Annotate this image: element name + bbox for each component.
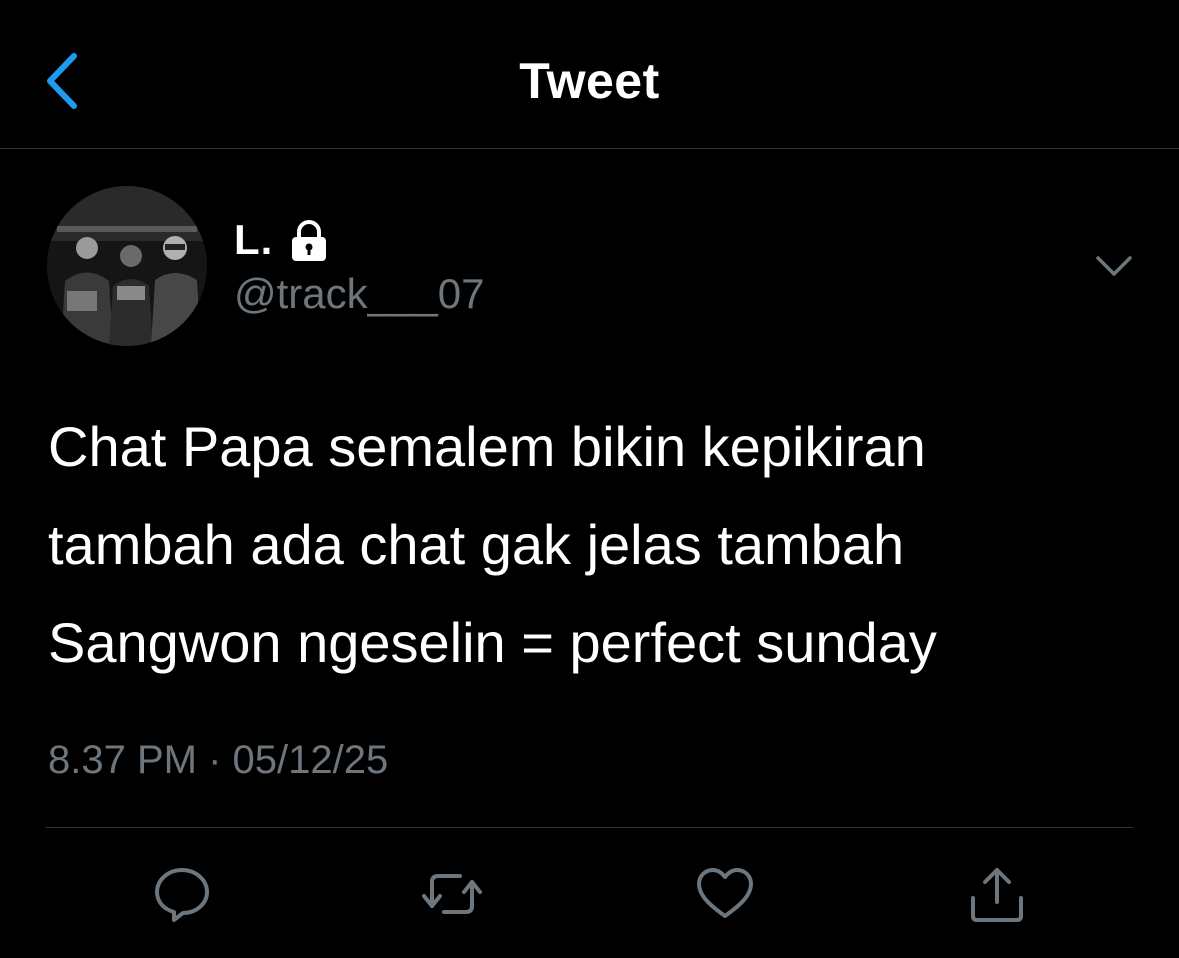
tweet-menu-button[interactable] [1092,248,1136,284]
display-name: L. [234,216,274,263]
page-title: Tweet [519,53,660,109]
share-button[interactable] [965,862,1029,926]
avatar[interactable] [47,186,207,346]
chevron-down-icon [1096,256,1132,276]
divider [46,827,1133,828]
tweet-text-line: Sangwon ngeselin = perfect sunday [48,611,937,674]
tweet-date: 05/12/25 [232,738,389,782]
lock-icon [287,218,331,262]
user-handle[interactable]: @track___07 [234,270,484,318]
share-icon [971,868,1023,922]
tweet-timestamp: 8.37 PM · 05/12/25 [48,738,388,783]
top-bar: Tweet [0,0,1179,149]
like-icon [697,868,753,918]
reply-icon [155,868,209,922]
author-name-row[interactable]: L. [234,214,331,266]
meta-separator: · [208,738,222,782]
retweet-icon [422,874,482,914]
like-button[interactable] [693,862,757,926]
reply-button[interactable] [150,862,214,926]
avatar-photo [47,186,207,346]
tweet-time: 8.37 PM [48,738,197,782]
retweet-button[interactable] [420,862,484,926]
tweet-text-line: tambah ada chat gak jelas tambah [48,513,905,576]
tweet-text-line: Chat Papa semalem bikin kepikiran [48,415,926,478]
tweet-text: Chat Papa semalem bikin kepikiran tambah… [48,398,1138,692]
